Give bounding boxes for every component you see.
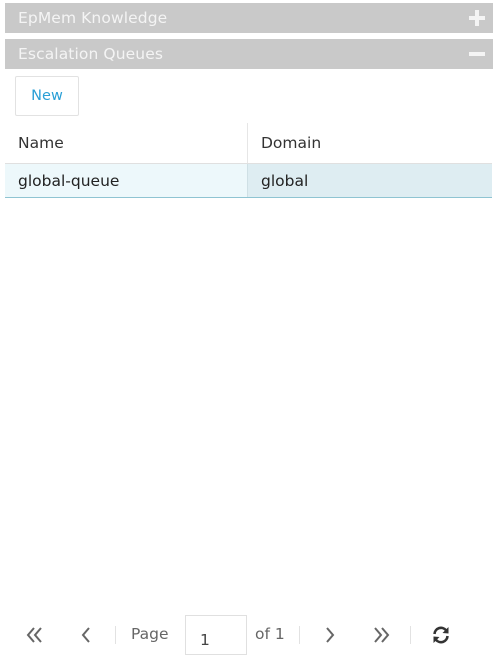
table-row[interactable]: global-queue global xyxy=(5,164,492,198)
prev-page-icon[interactable] xyxy=(76,614,96,656)
minus-icon[interactable] xyxy=(463,39,493,69)
column-header-name[interactable]: Name xyxy=(5,123,248,163)
new-button[interactable]: New xyxy=(15,76,79,116)
page-label: Page xyxy=(131,625,169,643)
panel-title: Escalation Queues xyxy=(18,45,164,63)
column-header-domain[interactable]: Domain xyxy=(248,123,492,163)
plus-icon[interactable] xyxy=(463,3,493,33)
refresh-icon[interactable] xyxy=(430,614,452,656)
cell-name[interactable]: global-queue xyxy=(5,164,248,197)
grid-header: Name Domain xyxy=(5,123,492,164)
panel-header-escalation-queues[interactable]: Escalation Queues xyxy=(5,39,493,69)
next-page-icon[interactable] xyxy=(320,614,340,656)
page-number-input[interactable] xyxy=(185,615,247,655)
first-page-icon[interactable] xyxy=(22,614,48,656)
panel-header-epmem-knowledge[interactable]: EpMem Knowledge xyxy=(5,3,493,33)
panel-title: EpMem Knowledge xyxy=(18,9,168,27)
divider xyxy=(115,626,116,644)
pager: Page of 1 xyxy=(0,614,500,656)
cell-domain[interactable]: global xyxy=(248,164,492,197)
divider xyxy=(299,626,300,644)
divider xyxy=(410,626,411,644)
queues-grid: Name Domain global-queue global xyxy=(5,123,492,198)
last-page-icon[interactable] xyxy=(368,614,394,656)
page-count-label: of 1 xyxy=(255,625,285,643)
